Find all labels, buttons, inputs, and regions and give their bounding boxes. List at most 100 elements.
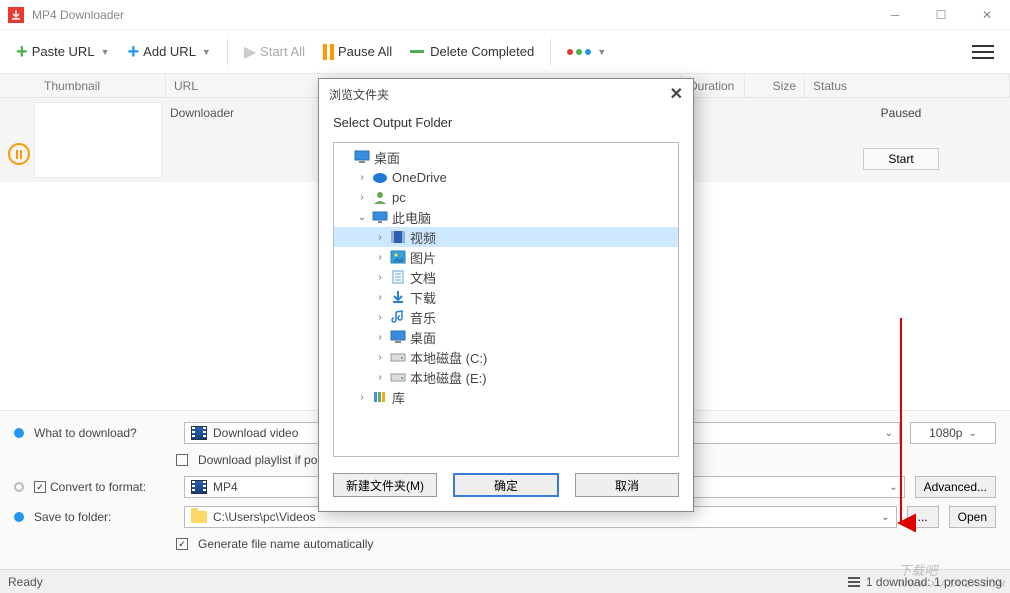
lib-icon [372,390,388,404]
expand-icon[interactable]: › [374,292,386,303]
header-size[interactable]: Size [745,74,805,97]
expand-icon[interactable]: › [356,172,368,183]
expand-icon[interactable]: › [374,352,386,363]
maximize-button[interactable]: ☐ [918,0,964,30]
chevron-down-icon: ▼ [597,47,606,57]
item-size [736,102,796,178]
dots-icon [567,49,591,55]
start-all-button[interactable]: ▶Start All [238,38,311,66]
menu-button[interactable] [972,45,994,59]
plus-icon: + [16,42,28,62]
picture-icon [390,250,406,264]
tree-node-label: 文档 [410,268,436,287]
browse-button[interactable]: ... [907,506,939,528]
start-button[interactable]: Start [863,148,938,170]
item-status-text: Paused [881,106,922,120]
gen-filename-checkbox[interactable] [176,538,188,550]
tree-node[interactable]: ›库 [334,387,678,407]
expand-icon[interactable]: › [356,392,368,403]
paste-url-button[interactable]: +Paste URL▼ [10,38,115,66]
tree-node-label: 下载 [410,288,436,307]
desktop-icon [390,330,406,344]
statusbar: Ready 1 download: 1 processing [0,569,1010,593]
save-folder-label: Save to folder: [34,510,174,524]
disk-icon [390,350,406,364]
expand-icon[interactable]: ⌄ [356,212,368,223]
chevron-down-icon[interactable]: ▼ [202,47,211,57]
dialog-heading: Select Output Folder [319,109,693,140]
convert-checkbox[interactable] [34,481,46,493]
tree-node[interactable]: ⌄ 此电脑 [334,207,678,227]
list-icon [848,577,860,587]
convert-label: Convert to format: [34,480,174,494]
ok-button[interactable]: 确定 [453,473,559,497]
chevron-down-icon: ⌄ [881,512,889,523]
tree-node[interactable]: › OneDrive [334,167,678,187]
add-url-button[interactable]: +Add URL▼ [121,38,216,66]
tree-node[interactable]: ›桌面 [334,327,678,347]
film-icon [191,426,207,440]
chevron-down-icon: ⌄ [885,428,893,439]
tree-node[interactable]: › 文档 [334,267,678,287]
watermark: 下载吧 WWW.XIAZAIBA.COM [898,560,1006,589]
tree-node[interactable]: › 本地磁盘 (E:) [334,367,678,387]
bullet-icon [14,512,24,522]
desktop-icon [354,150,370,164]
playlist-checkbox[interactable] [176,454,188,466]
toolbar: +Paste URL▼ +Add URL▼ ▶Start All Pause A… [0,30,1010,74]
tree-node[interactable]: › 视频 [334,227,678,247]
titlebar: MP4 Downloader ─ ☐ ✕ [0,0,1010,30]
tree-node[interactable]: › 图片 [334,247,678,267]
tree-node-label: 本地磁盘 (C:) [410,348,487,367]
film-icon [191,480,207,494]
video-icon [390,230,406,244]
expand-icon[interactable]: › [374,272,386,283]
pause-all-button[interactable]: Pause All [317,40,398,64]
minimize-button[interactable]: ─ [872,0,918,30]
expand-icon[interactable]: › [356,192,368,203]
separator [227,39,228,65]
expand-icon[interactable]: › [374,312,386,323]
chevron-down-icon: ⌄ [889,482,897,493]
tree-node-label: pc [392,190,406,205]
gen-filename-label: Generate file name automatically [198,537,373,551]
disk-icon [390,370,406,384]
bullet-icon [14,428,24,438]
tree-node-label: 图片 [410,248,436,267]
play-icon: ▶ [244,42,256,62]
tree-node-label: 本地磁盘 (E:) [410,368,487,387]
expand-icon[interactable]: › [374,232,386,243]
expand-icon[interactable]: › [374,252,386,263]
tree-node-label: OneDrive [392,170,447,185]
close-button[interactable]: ✕ [964,0,1010,30]
browse-folder-dialog: 浏览文件夹 ✕ Select Output Folder 桌面 › OneDrive… [318,78,694,512]
tree-node[interactable]: 桌面 [334,147,678,167]
tree-node[interactable]: › 下载 [334,287,678,307]
header-status[interactable]: Status [805,74,1010,97]
folder-tree[interactable]: 桌面›OneDrive›pc⌄此电脑›视频›图片›文档›下载›音乐›桌面›本地磁… [334,143,678,456]
resolution-select[interactable]: 1080p⌄ [910,422,996,444]
expand-icon[interactable]: › [374,332,386,343]
app-title: MP4 Downloader [32,8,872,22]
advanced-button[interactable]: Advanced... [915,476,996,498]
tree-node-label: 视频 [410,228,436,247]
tree-node[interactable]: ›音乐 [334,307,678,327]
pc-icon [372,210,388,224]
app-icon [8,7,24,23]
new-folder-button[interactable]: 新建文件夹(M) [333,473,437,497]
open-button[interactable]: Open [949,506,996,528]
expand-icon[interactable]: › [374,372,386,383]
dialog-title: 浏览文件夹 [329,86,389,103]
chevron-down-icon[interactable]: ▼ [101,47,110,57]
more-button[interactable]: ▼ [561,43,612,61]
tree-node-label: 此电脑 [392,208,431,227]
user-icon [372,190,388,204]
header-thumbnail[interactable]: Thumbnail [36,74,166,97]
tree-node[interactable]: › pc [334,187,678,207]
tree-node-label: 库 [392,388,405,407]
delete-completed-button[interactable]: Delete Completed [404,40,540,63]
tree-node[interactable]: › 本地磁盘 (C:) [334,347,678,367]
cancel-button[interactable]: 取消 [575,473,679,497]
pause-icon [323,44,334,60]
dialog-close-button[interactable]: ✕ [670,84,683,104]
